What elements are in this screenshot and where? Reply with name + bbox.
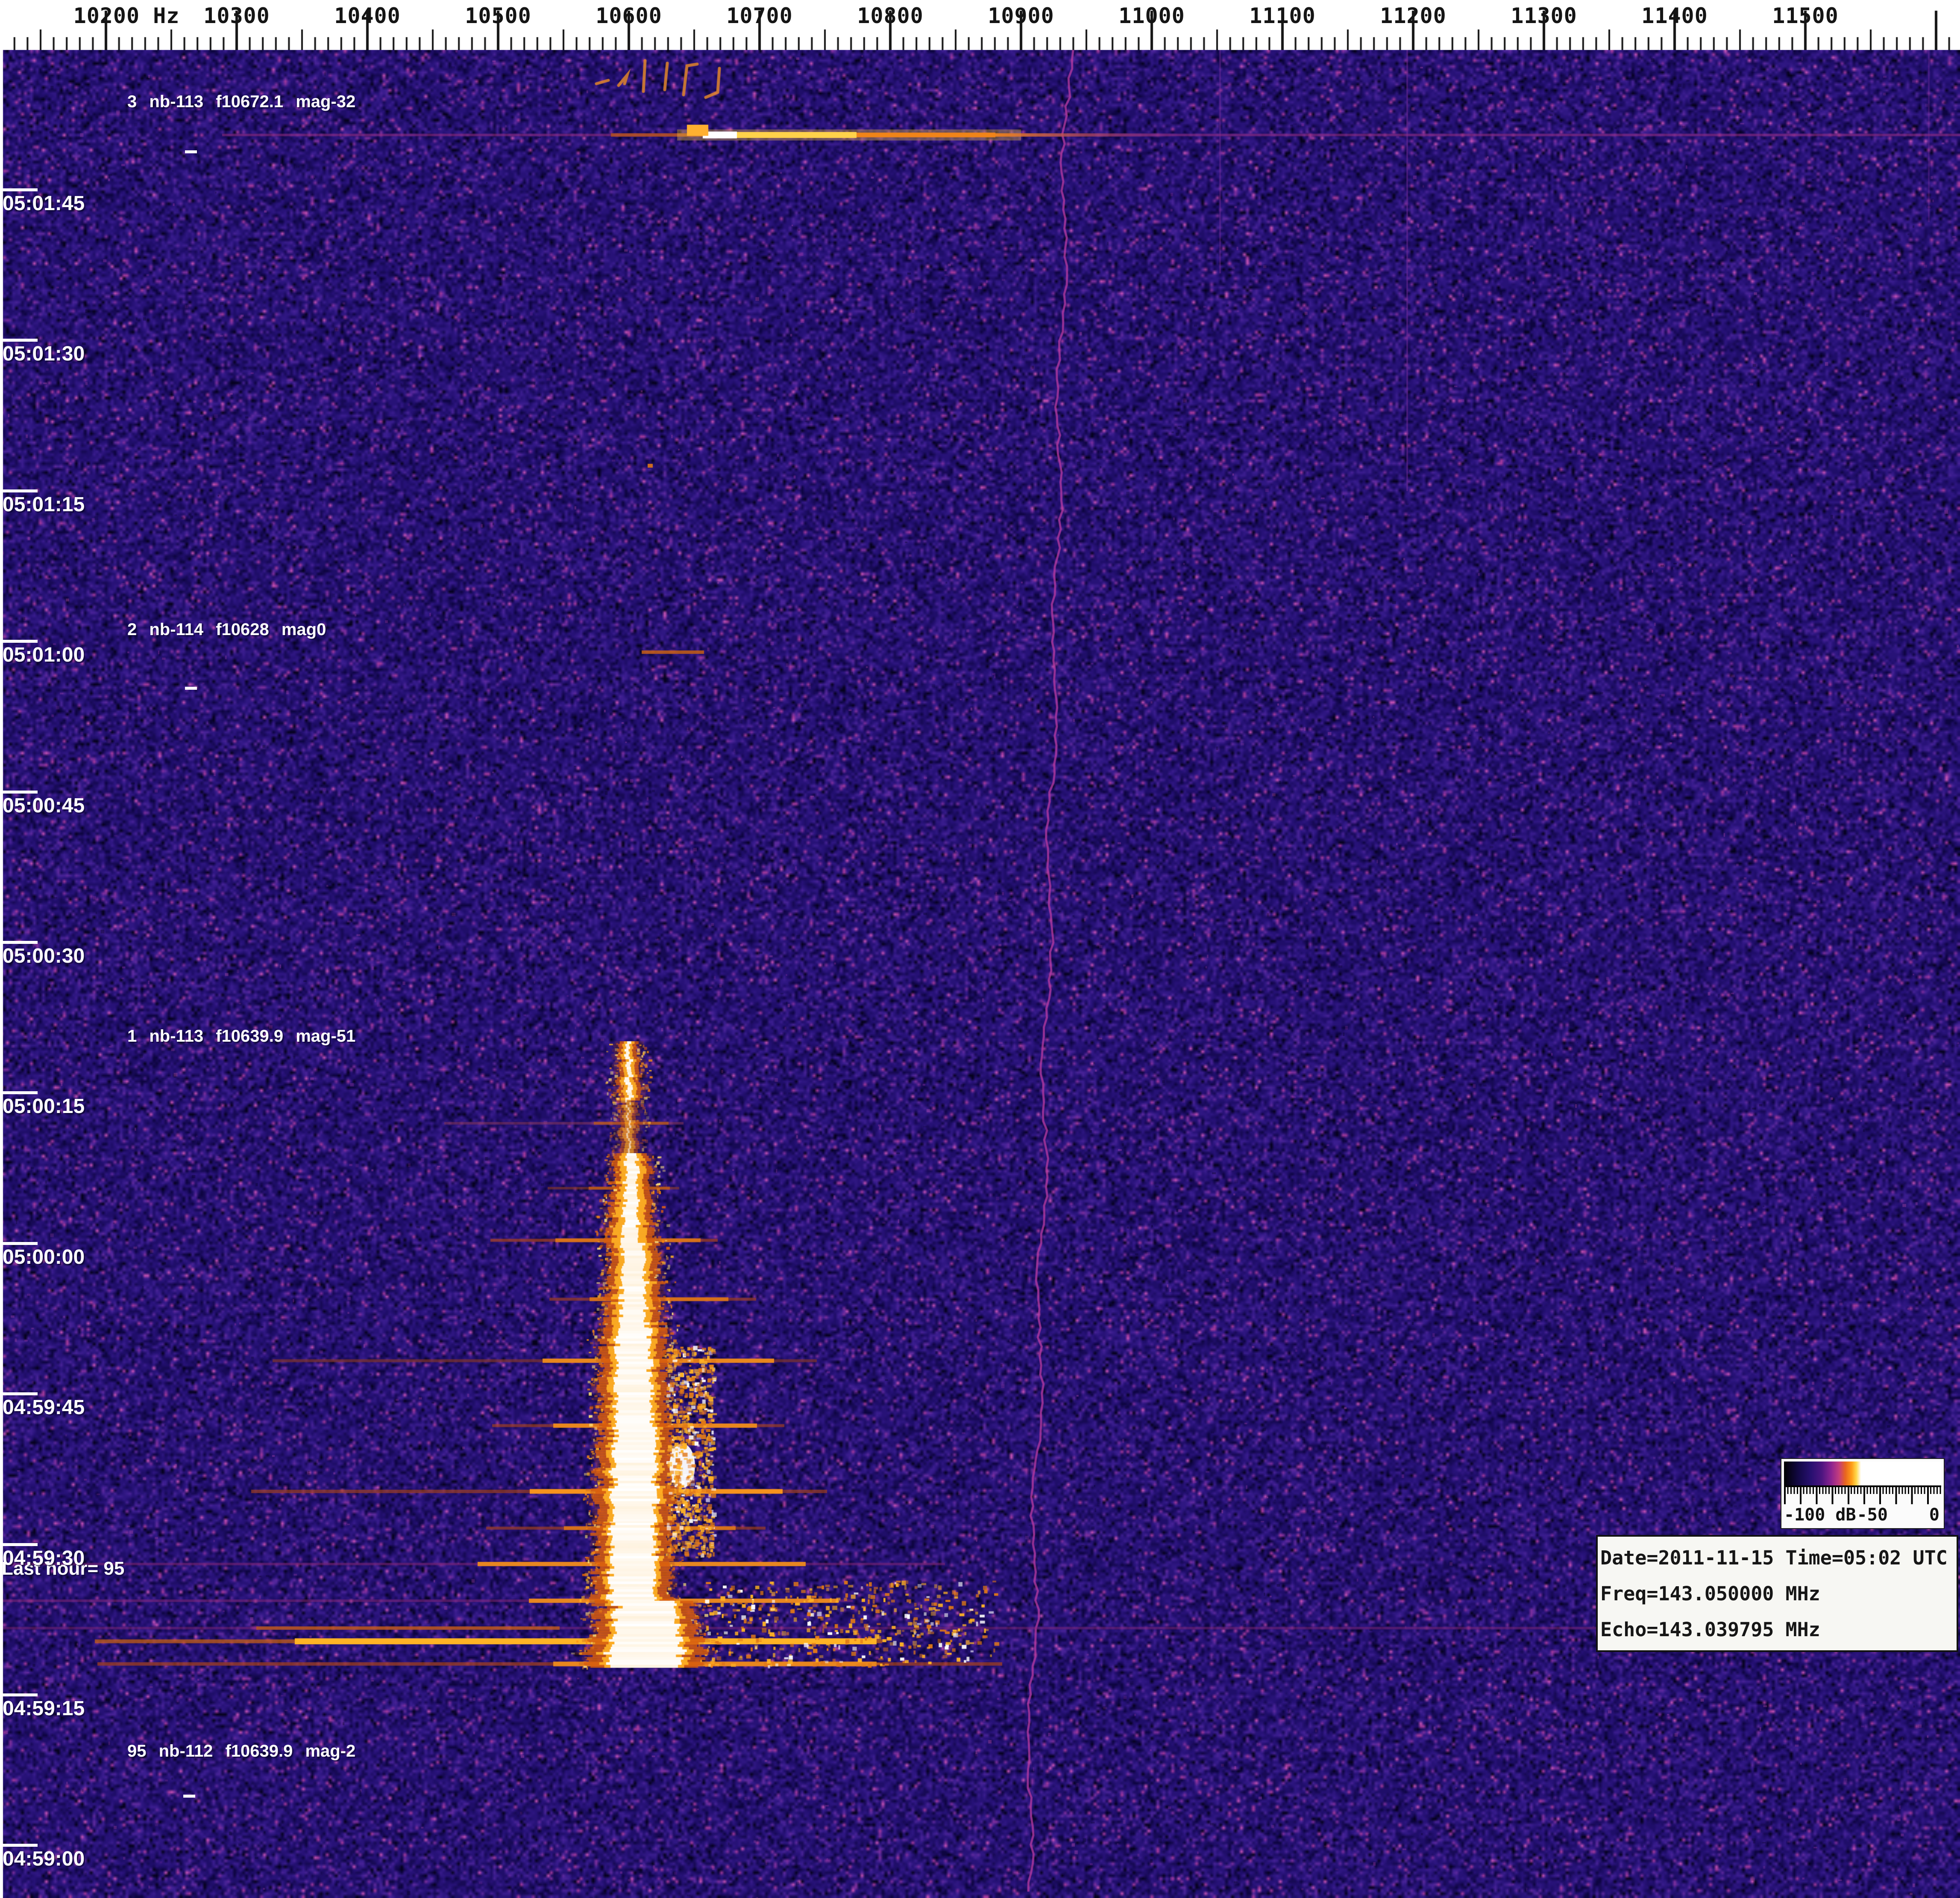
meteor-event-marker [185, 150, 197, 153]
colorbar-gradient [1784, 1462, 1941, 1485]
freq-tick-label: 11400 [1641, 3, 1708, 28]
meteor-event-label: 2 nb-114 f10628 mag0 [127, 620, 326, 639]
time-tick-line [0, 339, 38, 342]
freq-tick-label: 10400 [334, 3, 401, 28]
meteor-spectrogram-screen: Last hour= 95 -100 dB -50 0 Date=2011-11… [0, 0, 1960, 1898]
freq-tick-label: 10600 [596, 3, 662, 28]
info-echo-frequency: Echo=143.039795 MHz [1600, 1612, 1955, 1648]
freq-tick-label: 11300 [1511, 3, 1577, 28]
time-tick-label: 04:59:45 [3, 1396, 85, 1419]
time-tick-line [0, 1693, 38, 1696]
time-tick-line [0, 188, 38, 191]
colorbar-max-label: 0 [1929, 1505, 1939, 1525]
colorbar-min-label: -100 dB [1784, 1505, 1856, 1525]
time-tick-line [0, 1392, 38, 1395]
time-tick-line [0, 1844, 38, 1847]
meteor-event-marker [185, 687, 197, 690]
time-tick-line [0, 489, 38, 492]
colorbar-legend: -100 dB -50 0 [1781, 1458, 1945, 1529]
time-tick-line [0, 1543, 38, 1546]
time-tick-label: 05:01:45 [3, 192, 85, 215]
time-tick-line [0, 1242, 38, 1245]
time-tick-line [0, 640, 38, 643]
colorbar-mid-label: -50 [1857, 1505, 1888, 1525]
freq-tick-label: 10700 [726, 3, 793, 28]
time-tick-label: 05:01:15 [3, 493, 85, 516]
meteor-event-marker [183, 1795, 195, 1798]
time-tick-label: 04:59:30 [3, 1547, 85, 1570]
freq-tick-label: 11000 [1118, 3, 1185, 28]
colorbar-labels: -100 dB -50 0 [1781, 1507, 1944, 1526]
freq-tick-label: 10800 [857, 3, 924, 28]
time-tick-line [0, 941, 38, 944]
meteor-event-label: 3 nb-113 f10672.1 mag-32 [127, 92, 355, 111]
info-box: Date=2011-11-15 Time=05:02 UTC Freq=143.… [1596, 1535, 1958, 1652]
time-tick-label: 04:59:00 [3, 1847, 85, 1871]
meteor-event-label: 95 nb-112 f10639.9 mag-2 [127, 1742, 355, 1761]
info-frequency: Freq=143.050000 MHz [1600, 1576, 1955, 1612]
freq-tick-label: 10500 [465, 3, 531, 28]
colorbar-ruler [1784, 1485, 1941, 1507]
time-tick-line [0, 791, 38, 794]
time-tick-label: 05:00:00 [3, 1245, 85, 1269]
freq-tick-label: 11500 [1772, 3, 1839, 28]
freq-tick-label: 10200 Hz [73, 3, 180, 28]
freq-tick-label: 10900 [988, 3, 1054, 28]
info-date-time: Date=2011-11-15 Time=05:02 UTC [1600, 1540, 1955, 1576]
time-tick-label: 05:00:15 [3, 1095, 85, 1118]
time-tick-label: 05:01:30 [3, 342, 85, 366]
freq-tick-label: 11100 [1249, 3, 1316, 28]
time-tick-label: 05:00:45 [3, 794, 85, 817]
time-tick-line [0, 1091, 38, 1094]
time-tick-label: 04:59:15 [3, 1697, 85, 1720]
freq-tick-label: 11200 [1380, 3, 1447, 28]
freq-tick-label: 10300 [203, 3, 270, 28]
time-tick-label: 05:01:00 [3, 643, 85, 667]
overlay-layer: Last hour= 95 -100 dB -50 0 Date=2011-11… [0, 0, 1960, 1898]
time-tick-label: 05:00:30 [3, 944, 85, 968]
meteor-event-label: 1 nb-113 f10639.9 mag-51 [127, 1027, 355, 1046]
